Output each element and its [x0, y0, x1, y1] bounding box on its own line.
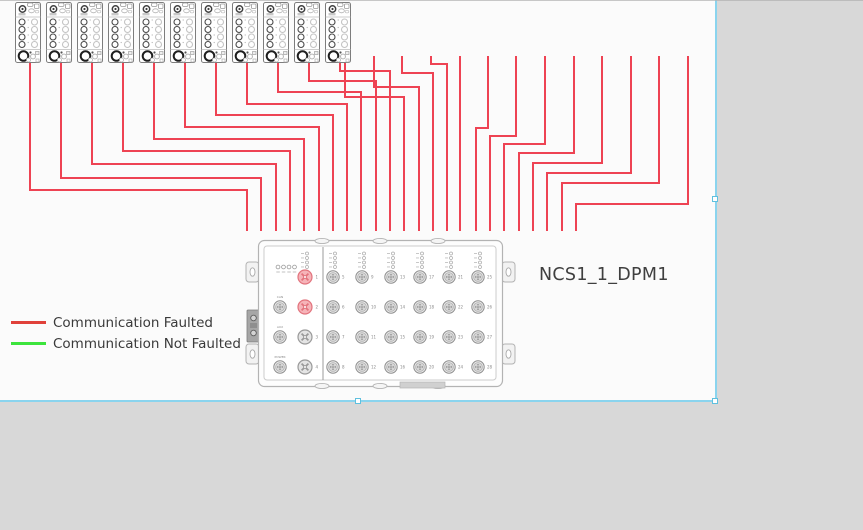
- io-device-module[interactable]: [295, 3, 320, 63]
- selection-handle-bottom[interactable]: [355, 398, 361, 404]
- legend-not-faulted-label: Communication Not Faulted: [53, 336, 241, 352]
- svg-text:21: 21: [458, 275, 464, 280]
- io-device-module[interactable]: [140, 3, 165, 63]
- io-device-module[interactable]: [16, 3, 41, 63]
- selection-handle-right[interactable]: [712, 196, 718, 202]
- svg-text:27: 27: [487, 335, 493, 340]
- io-device-module[interactable]: [264, 3, 289, 63]
- selection-handle-bottom-right[interactable]: [712, 398, 718, 404]
- svg-text:16: 16: [400, 365, 406, 370]
- legend-not-faulted-line: [11, 342, 46, 345]
- svg-text:20: 20: [429, 365, 435, 370]
- svg-text:25: 25: [487, 275, 493, 280]
- svg-text:15: 15: [400, 335, 406, 340]
- io-device-module[interactable]: [171, 3, 196, 63]
- legend-faulted-label: Communication Faulted: [53, 315, 213, 331]
- svg-text:10: 10: [371, 305, 377, 310]
- wires-layer: [30, 56, 688, 231]
- devices-layer[interactable]: [16, 3, 351, 63]
- dpm-device[interactable]: CANAUXPOWER12345678910111213141516171819…: [246, 238, 515, 388]
- svg-text:28: 28: [487, 365, 493, 370]
- legend-item-not-faulted: Communication Not Faulted: [11, 333, 241, 354]
- svg-text:24: 24: [458, 365, 464, 370]
- svg-text:12: 12: [371, 365, 377, 370]
- diagram-canvas[interactable]: CANAUXPOWER12345678910111213141516171819…: [0, 0, 717, 402]
- svg-text:POWER: POWER: [274, 355, 285, 359]
- io-device-module[interactable]: [326, 3, 351, 63]
- svg-text:AUX: AUX: [277, 325, 283, 329]
- svg-text:13: 13: [400, 275, 406, 280]
- dpm-name-label: NCS1_1_DPM1: [539, 265, 669, 285]
- svg-text:18: 18: [429, 305, 435, 310]
- svg-text:22: 22: [458, 305, 464, 310]
- io-device-module[interactable]: [47, 3, 72, 63]
- legend: Communication Faulted Communication Not …: [11, 312, 241, 354]
- io-device-module[interactable]: [78, 3, 103, 63]
- legend-faulted-line: [11, 321, 46, 324]
- io-device-module[interactable]: [109, 3, 134, 63]
- svg-text:19: 19: [429, 335, 435, 340]
- io-device-module[interactable]: [202, 3, 227, 63]
- window-top-edge: [0, 0, 863, 1]
- legend-item-faulted: Communication Faulted: [11, 312, 241, 333]
- application-window: CANAUXPOWER12345678910111213141516171819…: [0, 0, 863, 530]
- svg-text:14: 14: [400, 305, 406, 310]
- svg-text:11: 11: [371, 335, 377, 340]
- svg-text:17: 17: [429, 275, 435, 280]
- svg-text:CAN: CAN: [277, 295, 283, 299]
- io-device-module[interactable]: [233, 3, 258, 63]
- svg-text:23: 23: [458, 335, 464, 340]
- svg-text:26: 26: [487, 305, 493, 310]
